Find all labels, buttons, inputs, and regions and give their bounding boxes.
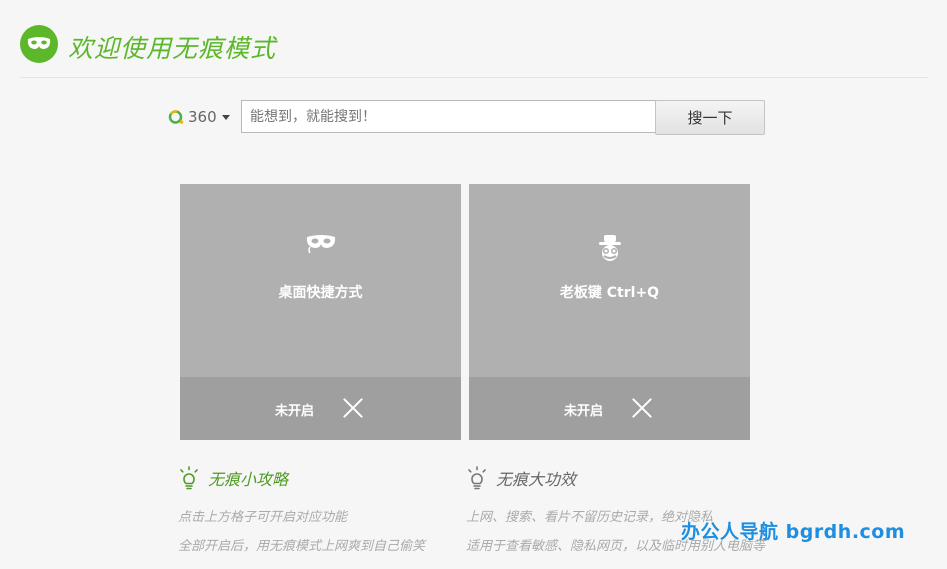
mask-icon xyxy=(306,235,335,254)
tips-title: 无痕小攻略 xyxy=(208,470,289,489)
chevron-down-icon xyxy=(221,114,230,120)
lightbulb-icon xyxy=(180,466,198,490)
desktop-shortcut-card[interactable]: 桌面快捷方式 未开启 xyxy=(180,184,461,440)
boss-key-card[interactable]: 老板键 Ctrl+Q 未开启 xyxy=(469,184,750,440)
card-label: 桌面快捷方式 xyxy=(278,285,363,301)
search-input[interactable] xyxy=(241,100,660,133)
tips-strategy: 无痕小攻略 点击上方格子可开启对应功能 全部开启后，用无痕模式上网爽到自己偷笑 xyxy=(178,464,425,554)
tips-line: 点击上方格子可开启对应功能 xyxy=(178,510,348,525)
watermark: 办公人导航 bgrdh.com xyxy=(681,521,906,543)
tips-title: 无痕大功效 xyxy=(496,470,577,489)
360-search-logo-icon xyxy=(168,110,184,124)
close-icon[interactable] xyxy=(632,398,652,418)
status-label: 未开启 xyxy=(564,404,604,419)
header: 欢迎使用无痕模式 xyxy=(20,25,928,78)
search-engine-selector[interactable]: 360 xyxy=(168,108,230,126)
lightbulb-icon xyxy=(468,466,486,490)
search-button[interactable]: 搜一下 xyxy=(655,100,765,135)
search-engine-name: 360 xyxy=(188,108,217,126)
mask-icon xyxy=(20,25,58,63)
close-icon[interactable] xyxy=(343,398,363,418)
tips-line: 全部开启后，用无痕模式上网爽到自己偷笑 xyxy=(178,539,426,554)
card-footer: 未开启 xyxy=(180,377,461,440)
card-label: 老板键 Ctrl+Q xyxy=(559,285,660,301)
status-label: 未开启 xyxy=(275,404,315,419)
disguise-icon xyxy=(598,235,621,261)
page-title: 欢迎使用无痕模式 xyxy=(68,34,277,63)
card-footer: 未开启 xyxy=(469,377,750,440)
